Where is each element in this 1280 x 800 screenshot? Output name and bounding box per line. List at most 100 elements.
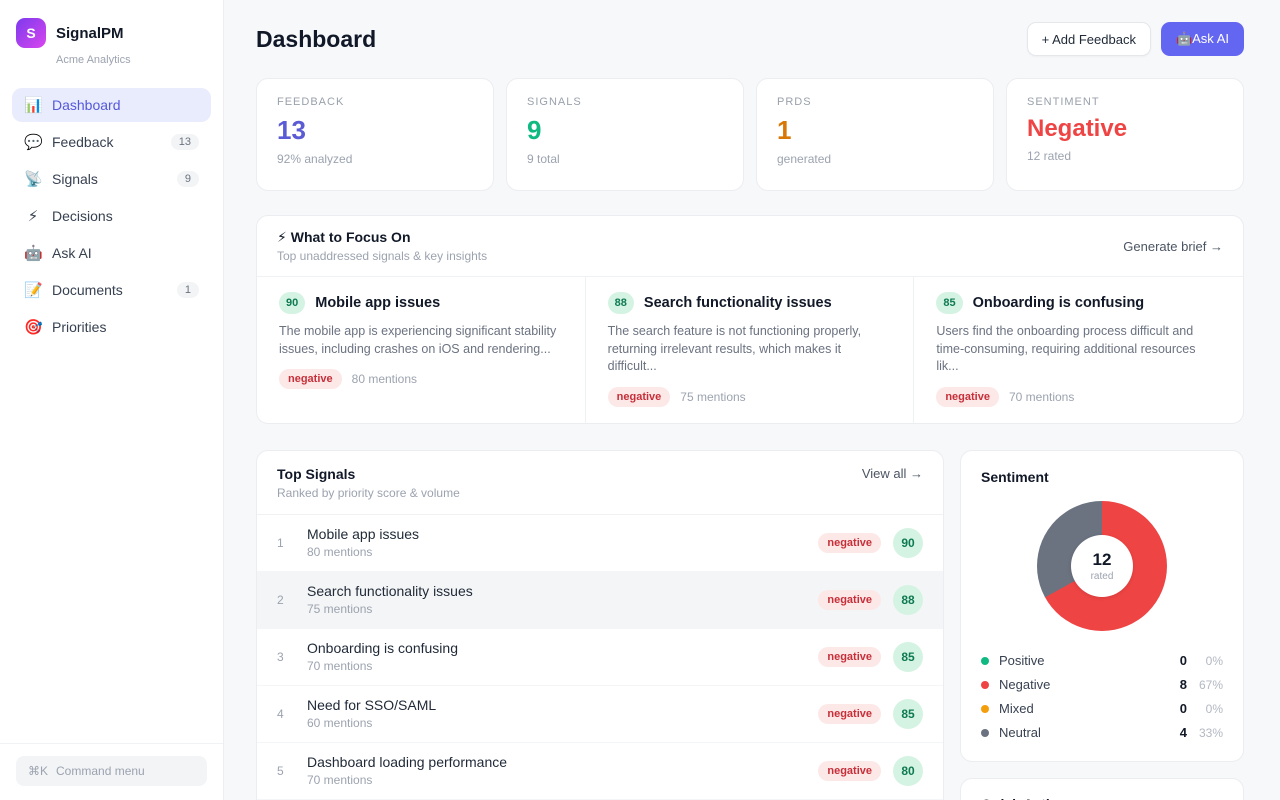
stat-label: SENTIMENT [1027,96,1223,108]
quick-actions-panel: Quick Actions 🤖Ask your feedback a quest… [960,778,1244,800]
signal-row[interactable]: 5 Dashboard loading performance 70 menti… [257,743,943,800]
sidebar-item-signals[interactable]: 📡 Signals 9 [12,162,211,196]
sidebar-item-documents[interactable]: 📝 Documents 1 [12,273,211,307]
donut-center-value: 12 [1093,550,1112,570]
score-badge: 80 [893,756,923,786]
robot-icon: 🤖 [24,244,42,262]
sentiment-badge: negative [818,647,881,667]
sidebar-item-label: Documents [52,282,167,298]
app-logo: S [16,18,46,48]
brand: S SignalPM [0,0,223,50]
generate-brief-link[interactable]: Generate brief → [1123,239,1223,254]
add-feedback-button[interactable]: + Add Feedback [1027,22,1151,56]
score-badge: 85 [936,292,962,314]
sentiment-badge: negative [936,387,999,407]
sidebar-item-label: Dashboard [52,97,199,113]
stat-card-feedback: FEEDBACK 13 92% analyzed [256,78,494,191]
sentiment-badge: negative [818,590,881,610]
signal-mentions: 75 mentions [307,602,818,616]
command-menu-button[interactable]: ⌘K Command menu [16,756,207,786]
stat-value: 13 [277,115,473,146]
score-badge: 90 [893,528,923,558]
signal-rank: 1 [277,536,301,550]
zap-icon: ⚡ [277,229,287,245]
sidebar-item-label: Signals [52,171,167,187]
signal-title: Onboarding is confusing [307,640,818,656]
stat-card-prds: PRDS 1 generated [756,78,994,191]
sidebar-item-dashboard[interactable]: 📊 Dashboard [12,88,211,122]
stat-card-signals: SIGNALS 9 9 total [506,78,744,191]
mentions-count: 80 mentions [352,372,417,386]
sidebar-item-feedback[interactable]: 💬 Feedback 13 [12,125,211,159]
sidebar-item-label: Decisions [52,208,199,224]
bottom-section: Top Signals Ranked by priority score & v… [256,450,1244,800]
signal-title: Need for SSO/SAML [307,697,818,713]
stat-sub: 12 rated [1027,149,1223,163]
focus-title: ⚡ What to Focus On [277,229,487,246]
score-badge: 88 [608,292,634,314]
view-all-link[interactable]: View all → [862,466,923,481]
sentiment-badge: negative [818,533,881,553]
sidebar-item-label: Ask AI [52,245,199,261]
sentiment-badge: negative [279,369,342,389]
focus-card-description: The search feature is not functioning pr… [608,323,892,376]
sentiment-badge: negative [818,704,881,724]
legend-item-negative: Negative 8 67% [981,673,1223,697]
legend-item-neutral: Neutral 4 33% [981,721,1223,745]
sidebar-nav: 📊 Dashboard 💬 Feedback 13 📡 Signals 9 ⚡ … [0,80,223,352]
sidebar-item-ask-ai[interactable]: 🤖 Ask AI [12,236,211,270]
legend-dot [981,657,989,665]
ask-ai-label: Ask AI [1192,31,1229,46]
focus-section: ⚡ What to Focus On Top unaddressed signa… [256,215,1244,424]
sentiment-panel: Sentiment 12 rated Positive 0 [960,450,1244,762]
top-signals-header: Top Signals Ranked by priority score & v… [257,451,943,515]
sidebar-footer: ⌘K Command menu [0,743,223,800]
donut-center-label: rated [1091,571,1114,582]
signal-mentions: 70 mentions [307,773,818,787]
focus-card-description: The mobile app is experiencing significa… [279,323,563,358]
legend-dot [981,729,989,737]
signal-rank: 4 [277,707,301,721]
header-actions: + Add Feedback 🤖Ask AI [1027,22,1244,56]
focus-card-mobile-app[interactable]: 90 Mobile app issues The mobile app is e… [257,277,586,423]
top-signals-subtitle: Ranked by priority score & volume [277,486,460,500]
score-badge: 90 [279,292,305,314]
focus-card-onboarding[interactable]: 85 Onboarding is confusing Users find th… [914,277,1243,423]
nav-badge: 9 [177,171,199,187]
org-name: Acme Analytics [0,50,223,80]
sidebar-item-priorities[interactable]: 🎯 Priorities [12,310,211,344]
signal-row[interactable]: 1 Mobile app issues 80 mentions negative… [257,515,943,572]
focus-cards: 90 Mobile app issues The mobile app is e… [257,277,1243,423]
signal-row[interactable]: 2 Search functionality issues 75 mention… [257,572,943,629]
top-signals-title: Top Signals [277,466,460,482]
nav-badge: 1 [177,282,199,298]
signal-row[interactable]: 4 Need for SSO/SAML 60 mentions negative… [257,686,943,743]
signal-title: Mobile app issues [307,526,818,542]
legend-dot [981,705,989,713]
legend-item-mixed: Mixed 0 0% [981,697,1223,721]
signal-rank: 5 [277,764,301,778]
focus-subtitle: Top unaddressed signals & key insights [277,249,487,263]
sentiment-title: Sentiment [981,469,1223,485]
signal-rank: 2 [277,593,301,607]
command-shortcut: ⌘K [28,764,48,778]
stats-row: FEEDBACK 13 92% analyzed SIGNALS 9 9 tot… [256,78,1244,191]
sidebar: S SignalPM Acme Analytics 📊 Dashboard 💬 … [0,0,224,800]
stat-card-sentiment: SENTIMENT Negative 12 rated [1006,78,1244,191]
focus-card-description: Users find the onboarding process diffic… [936,323,1221,376]
focus-header: ⚡ What to Focus On Top unaddressed signa… [257,216,1243,277]
app-root: S SignalPM Acme Analytics 📊 Dashboard 💬 … [0,0,1280,800]
bar-chart-icon: 📊 [24,96,42,114]
legend-dot [981,681,989,689]
sentiment-badge: negative [818,761,881,781]
memo-icon: 📝 [24,281,42,299]
focus-card-title: Search functionality issues [644,295,832,311]
signal-row[interactable]: 3 Onboarding is confusing 70 mentions ne… [257,629,943,686]
sidebar-item-decisions[interactable]: ⚡ Decisions [12,199,211,233]
right-column: Sentiment 12 rated Positive 0 [960,450,1244,800]
stat-sub: 9 total [527,152,723,166]
ask-ai-button[interactable]: 🤖Ask AI [1161,22,1244,56]
stat-sub: generated [777,152,973,166]
page-header: Dashboard + Add Feedback 🤖Ask AI [256,22,1244,56]
focus-card-search[interactable]: 88 Search functionality issues The searc… [586,277,915,423]
